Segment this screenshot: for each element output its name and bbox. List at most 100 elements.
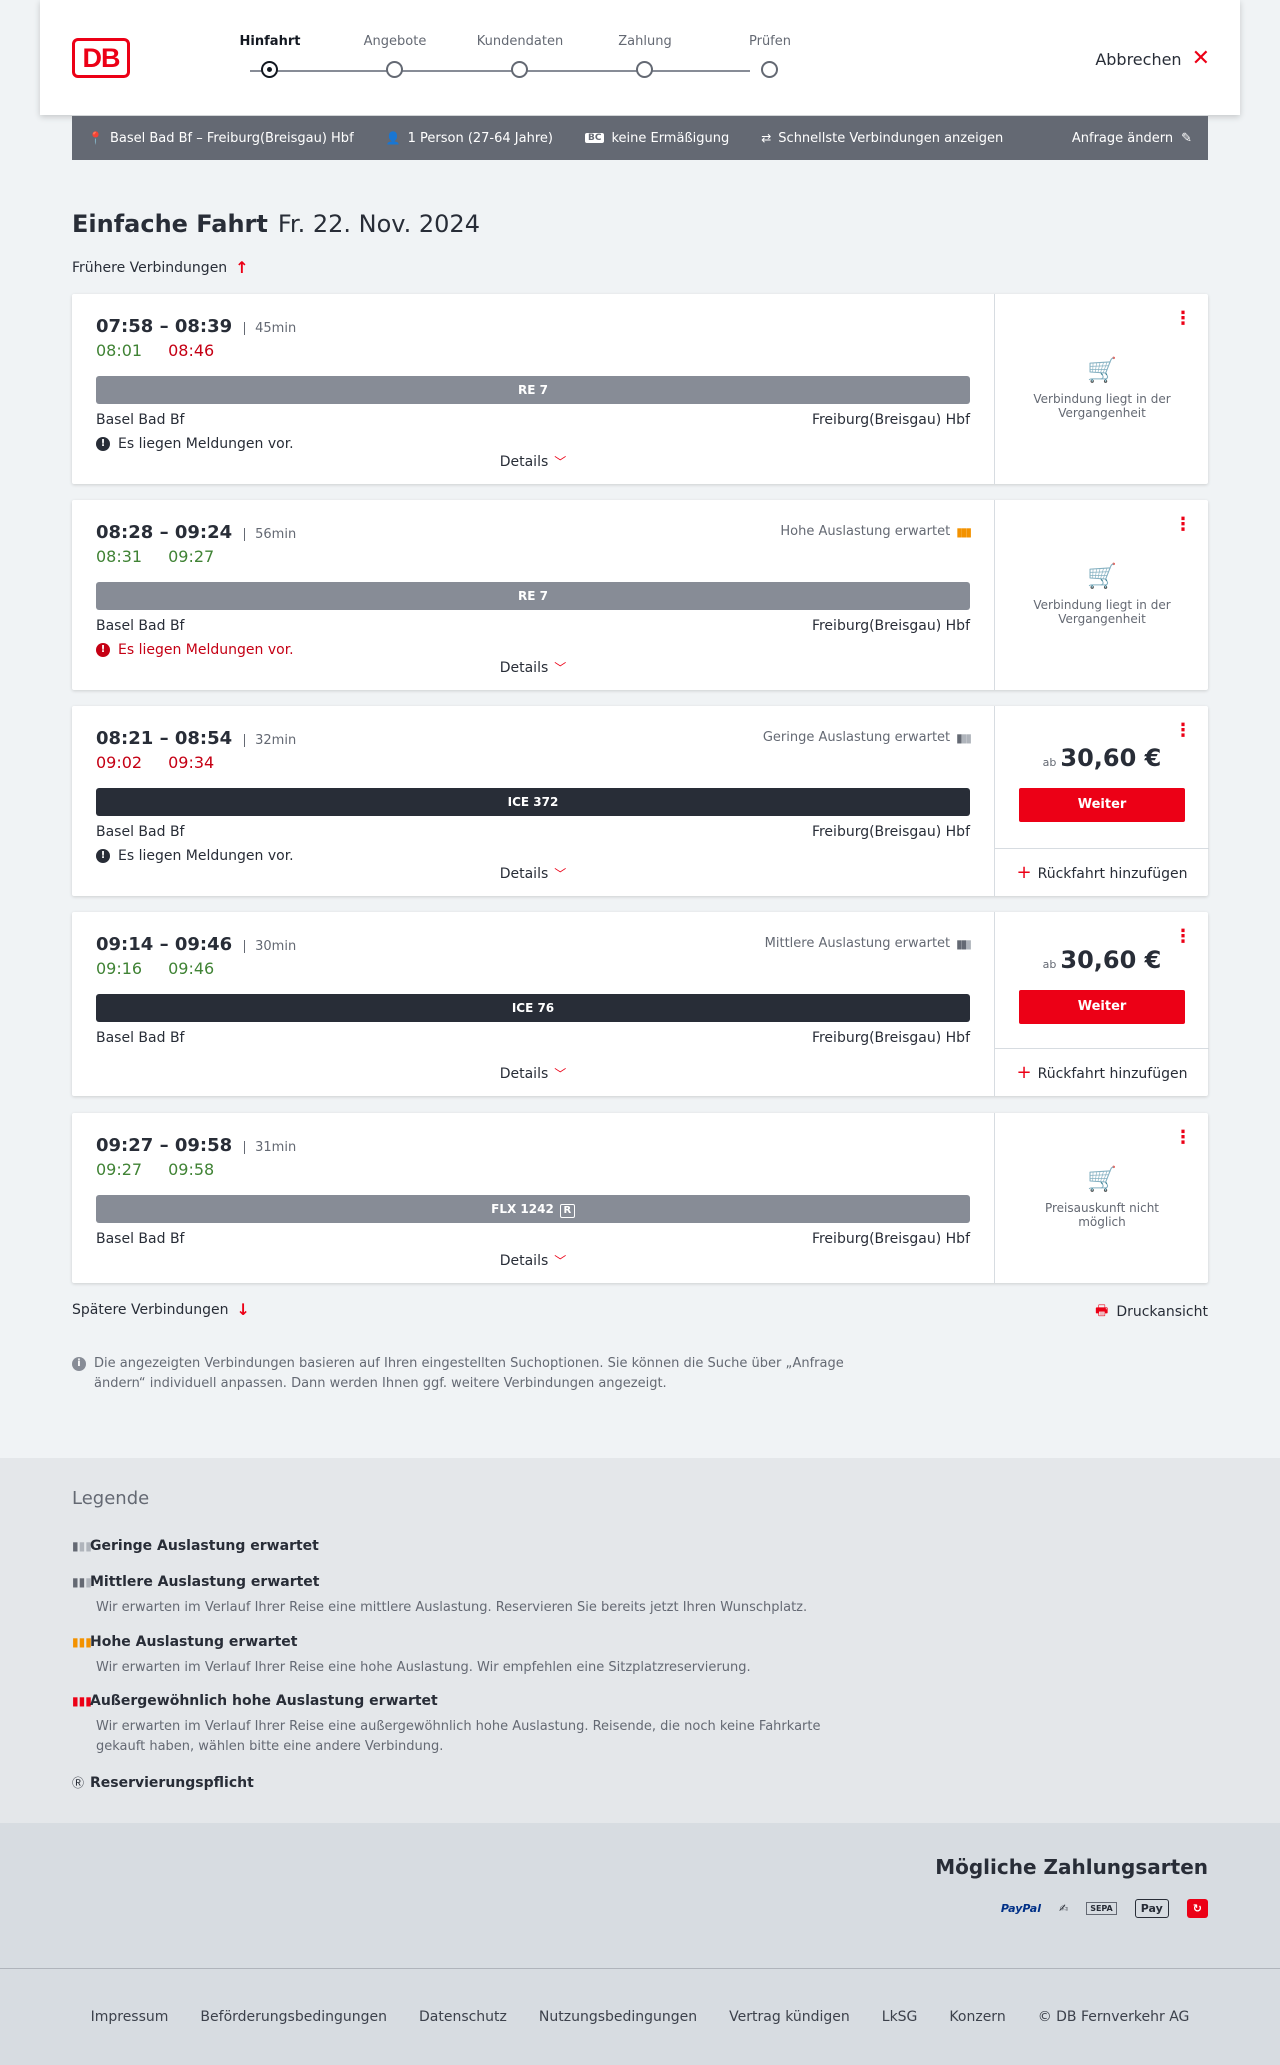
chevron-down-icon: ﹀: [554, 1067, 567, 1081]
more-options-icon[interactable]: ⋮: [1174, 1129, 1192, 1147]
cart-unavailable-icon: 🛒: [1087, 562, 1117, 590]
footer-link-lksg[interactable]: LkSG: [882, 2009, 918, 2025]
step-dot: [386, 61, 403, 78]
realtime-times: 09:02 09:34: [96, 753, 970, 772]
legend-item-title: Hohe Auslastung erwartet: [90, 1634, 298, 1650]
occupancy-medium-icon: ▮▮▮: [956, 936, 972, 951]
details-toggle[interactable]: Details ﹀: [72, 659, 994, 676]
plus-icon: +: [1016, 862, 1032, 883]
realtime-departure: 09:16: [96, 959, 143, 978]
persons-text: 1 Person (27-64 Jahre): [407, 130, 553, 146]
times-text: 08:28 – 09:24: [96, 522, 233, 543]
status-text: Preisauskunft nicht möglich: [1044, 1201, 1160, 1229]
printer-icon: 🖶: [1095, 1303, 1109, 1319]
message-text: Es liegen Meldungen vor.: [118, 436, 294, 452]
train-bar[interactable]: ICE 76: [96, 994, 970, 1022]
add-return-button[interactable]: + Rückfahrt hinzufügen: [995, 1048, 1209, 1096]
legend-item-title: Geringe Auslastung erwartet: [90, 1538, 319, 1554]
occupancy-low-icon: ▮▮▮: [72, 1539, 92, 1553]
train-label: ICE 76: [511, 1001, 555, 1015]
legend-item-medium: ▮▮▮Mittlere Auslastung erwartet Wir erwar…: [72, 1574, 856, 1618]
step-dot: [636, 61, 653, 78]
step-label: Hinfahrt: [239, 34, 301, 49]
persons-item: 👤 1 Person (27-64 Jahre): [386, 131, 553, 146]
message-notice: ! Es liegen Meldungen vor.: [96, 642, 970, 658]
train-bar[interactable]: RE 7: [96, 376, 970, 404]
price: ab 30,60 €: [995, 946, 1209, 974]
return-label: Rückfahrt hinzufügen: [1037, 1066, 1188, 1082]
step-dot: [761, 61, 778, 78]
add-return-button[interactable]: + Rückfahrt hinzufügen: [995, 848, 1209, 896]
duration: 45min: [244, 322, 296, 335]
payment-title: Mögliche Zahlungsarten: [935, 1855, 1208, 1879]
later-connections-link[interactable]: Spätere Verbindungen ↓: [72, 1300, 250, 1319]
step-zahlung: Zahlung: [585, 34, 705, 78]
legend-section: Legende ▮▮▮Geringe Auslastung erwartet ▮…: [0, 1458, 1280, 1823]
occupancy-text: Hohe Auslastung erwartet: [780, 524, 951, 539]
reservation-required-icon: R: [559, 1204, 575, 1218]
stations: Basel Bad Bf Freiburg(Breisgau) Hbf: [96, 1231, 970, 1247]
stations: Basel Bad Bf Freiburg(Breisgau) Hbf: [96, 618, 970, 634]
details-toggle[interactable]: Details ﹀: [72, 1252, 994, 1269]
message-notice: ! Es liegen Meldungen vor.: [96, 436, 970, 452]
footer-link-datenschutz[interactable]: Datenschutz: [419, 2009, 507, 2025]
details-toggle[interactable]: Details ﹀: [72, 453, 994, 470]
origin-station: Basel Bad Bf: [96, 1231, 185, 1247]
plus-icon: +: [1016, 1062, 1032, 1083]
train-bar[interactable]: FLX 1242 R: [96, 1195, 970, 1223]
occupancy-low-icon: ▮▮▮: [956, 730, 972, 745]
destination-station: Freiburg(Breisgau) Hbf: [811, 1231, 970, 1247]
exclamation-icon: !: [96, 849, 110, 863]
train-label: FLX 1242: [491, 1202, 554, 1216]
occupancy-text: Mittlere Auslastung erwartet: [764, 936, 951, 951]
change-query-button[interactable]: Anfrage ändern ✎: [1072, 131, 1192, 146]
footer-link-vertrag-kuendigen[interactable]: Vertrag kündigen: [729, 2009, 850, 2025]
destination-station: Freiburg(Breisgau) Hbf: [811, 824, 970, 840]
unavailable-notice: 🛒 Verbindung liegt in der Vergangenheit: [995, 356, 1209, 420]
step-label: Angebote: [363, 34, 427, 49]
payment-methods-section: Mögliche Zahlungsarten PayPal ✍ SEPA Pay…: [0, 1823, 1280, 1968]
cancel-label: Abbrechen: [1095, 49, 1182, 69]
train-bar[interactable]: RE 7: [96, 582, 970, 610]
weiter-button[interactable]: Weiter: [1019, 788, 1185, 822]
footer-link-impressum[interactable]: Impressum: [91, 2009, 169, 2025]
details-toggle[interactable]: Details ﹀: [72, 1065, 994, 1082]
print-label: Druckansicht: [1116, 1304, 1208, 1320]
more-options-icon[interactable]: ⋮: [1174, 928, 1192, 946]
footer-link-befoerderungsbedingungen[interactable]: Beförderungsbedingungen: [200, 2009, 387, 2025]
offer-panel: ⋮ 🛒 Verbindung liegt in der Vergangenheit: [994, 294, 1208, 484]
duration: 31min: [244, 1141, 296, 1154]
trip-date: Fr. 22. Nov. 2024: [277, 210, 480, 238]
details-toggle[interactable]: Details ﹀: [72, 865, 994, 882]
footer-link-nutzungsbedingungen[interactable]: Nutzungsbedingungen: [539, 2009, 697, 2025]
connection-card: 09:27 – 09:58 31min 09:27 09:58 FLX 1242 R …: [72, 1113, 1208, 1283]
change-query-label: Anfrage ändern: [1071, 130, 1174, 146]
unavailable-notice: 🛒 Verbindung liegt in der Vergangenheit: [995, 562, 1209, 626]
realtime-times: 09:16 09:46: [96, 959, 970, 978]
swap-icon: ⇄: [761, 131, 772, 145]
footer-link-konzern[interactable]: Konzern: [949, 2009, 1005, 2025]
print-view-link[interactable]: 🖶 Druckansicht: [1095, 1300, 1208, 1324]
occupancy-indicator: Geringe Auslastung erwartet ▮▮▮: [763, 730, 972, 745]
query-summary-bar: 📍 Basel Bad Bf – Freiburg(Breisgau) Hbf 👤…: [72, 116, 1208, 160]
more-options-icon[interactable]: ⋮: [1174, 516, 1192, 534]
step-pruefen: Prüfen: [710, 34, 830, 78]
footer-copyright: © DB Fernverkehr AG: [1037, 2009, 1190, 2025]
status-text: Verbindung liegt in der Vergangenheit: [1033, 392, 1171, 420]
close-icon: ✕: [1191, 46, 1210, 71]
train-bar[interactable]: ICE 372: [96, 788, 970, 816]
cancel-button[interactable]: Abbrechen ✕: [1095, 48, 1210, 70]
more-options-icon[interactable]: ⋮: [1174, 310, 1192, 328]
realtime-arrival: 09:27: [168, 547, 215, 566]
earlier-connections-link[interactable]: Frühere Verbindungen ↑: [72, 258, 249, 277]
direct-debit-icon: ✍: [1058, 1902, 1069, 1915]
weiter-button[interactable]: Weiter: [1019, 990, 1185, 1024]
footer-links: Impressum Beförderungsbedingungen Datens…: [0, 1968, 1280, 2065]
destination-station: Freiburg(Breisgau) Hbf: [811, 1030, 970, 1046]
legend-item-extreme: ▮▮▮Außergewöhnlich hohe Auslastung erwar…: [72, 1693, 856, 1757]
legend-item-desc: Wir erwarten im Verlauf Ihrer Reise eine…: [96, 1600, 808, 1615]
more-options-icon[interactable]: ⋮: [1174, 722, 1192, 740]
db-logo[interactable]: DB: [72, 38, 130, 78]
cart-unavailable-icon: 🛒: [1087, 356, 1117, 384]
details-label: Details: [499, 1066, 549, 1082]
